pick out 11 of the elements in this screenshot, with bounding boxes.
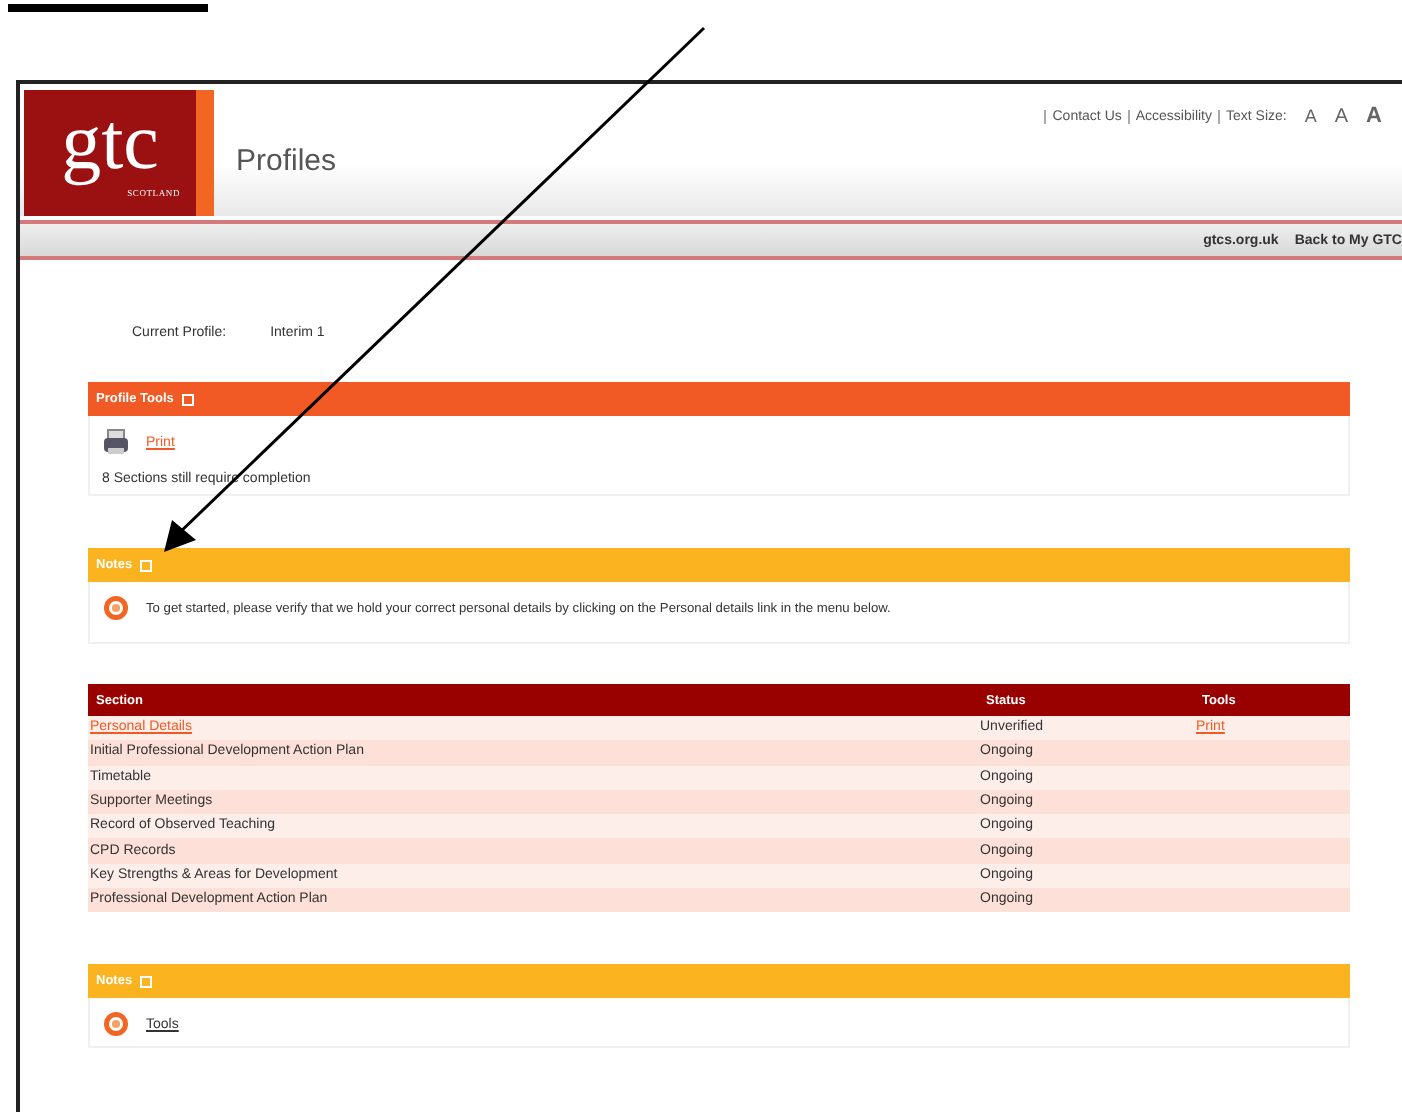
toggle-icon[interactable] [140, 559, 153, 571]
page-title: Profiles [236, 144, 337, 182]
printer-icon [102, 428, 130, 456]
accent-strip [196, 90, 214, 216]
toggle-icon[interactable] [140, 975, 153, 988]
text-size-option[interactable]: A [1334, 105, 1349, 127]
text-size-option[interactable]: A [1366, 104, 1382, 128]
note-icon [102, 1010, 130, 1039]
note-icon [102, 594, 130, 622]
toggle-icon[interactable] [181, 393, 194, 405]
text-size-option[interactable]: A [1304, 106, 1317, 126]
